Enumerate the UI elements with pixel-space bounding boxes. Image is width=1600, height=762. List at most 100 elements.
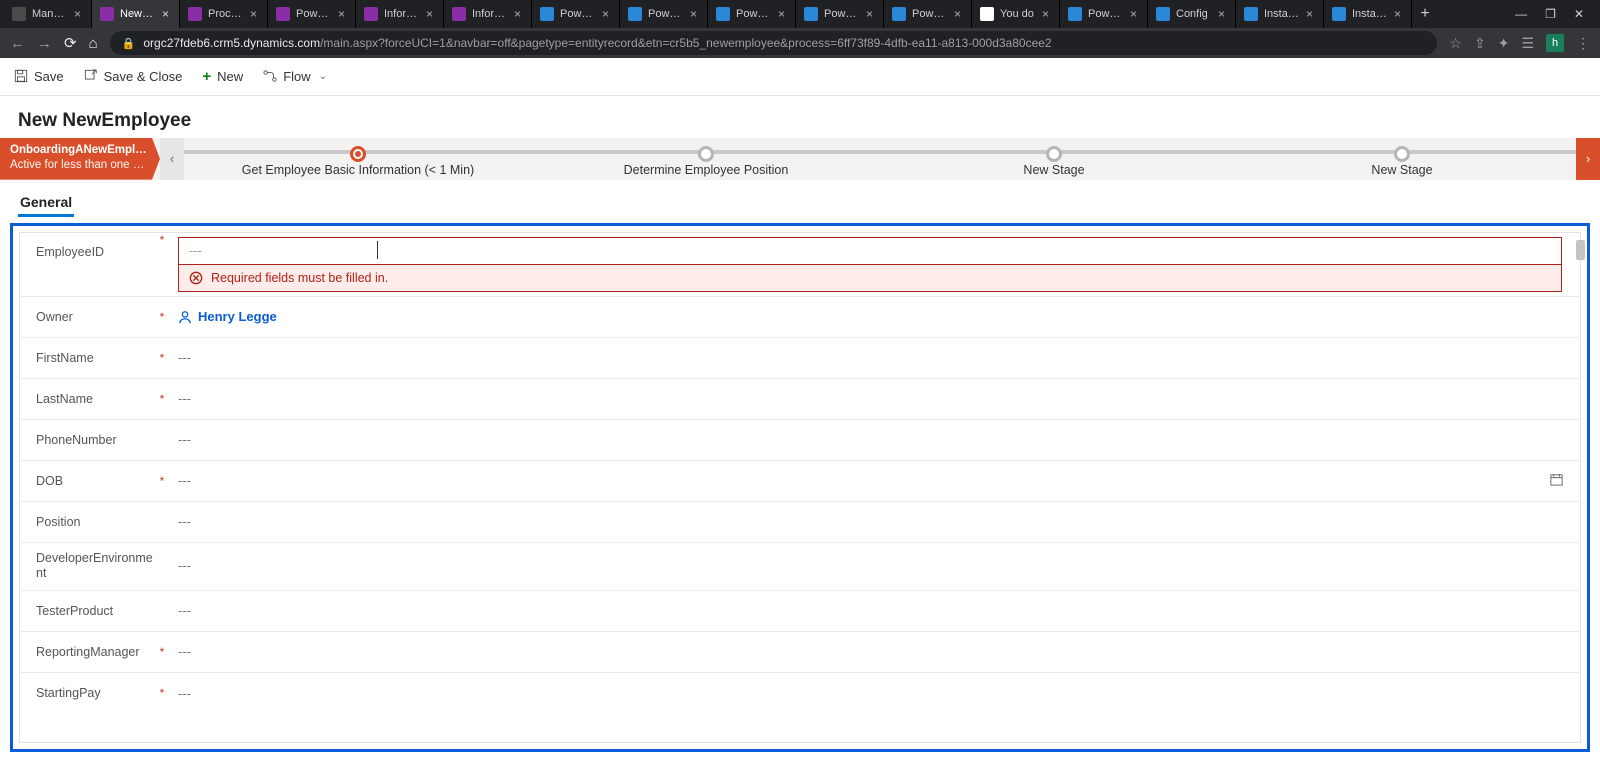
plus-icon: +: [202, 68, 211, 85]
kebab-menu-icon[interactable]: ⋮: [1576, 35, 1590, 52]
bpf-next-button[interactable]: ›: [1576, 138, 1600, 180]
home-button[interactable]: ⌂: [89, 35, 98, 52]
send-to-devices-icon[interactable]: ⇪: [1474, 35, 1486, 52]
tab-close-icon[interactable]: ×: [426, 7, 433, 21]
profile-avatar[interactable]: h: [1546, 34, 1564, 52]
field-owner: Owner * Henry Legge: [20, 297, 1580, 338]
tab-close-icon[interactable]: ×: [954, 7, 961, 21]
tester-input[interactable]: ---: [168, 603, 1564, 618]
field-starting-pay: StartingPay * ---: [20, 673, 1580, 714]
tab-close-icon[interactable]: ×: [602, 7, 609, 21]
tab-title: You do: [1000, 8, 1036, 20]
tab-title: Power A: [296, 8, 332, 20]
employee-id-input[interactable]: ---: [178, 237, 1562, 265]
tab-close-icon[interactable]: ×: [514, 7, 521, 21]
dob-input[interactable]: ---: [168, 472, 1564, 490]
bpf-stage[interactable]: Get Employee Basic Information (< 1 Min): [184, 141, 532, 177]
phone-input[interactable]: ---: [168, 432, 1564, 447]
scrollbar-thumb[interactable]: [1576, 240, 1585, 260]
bookmark-star-icon[interactable]: ☆: [1449, 35, 1462, 52]
tab-close-icon[interactable]: ×: [1130, 7, 1137, 21]
bpf-stage[interactable]: New Stage: [880, 141, 1228, 177]
tab-title: Config: [1176, 8, 1212, 20]
field-first-name: FirstName * ---: [20, 338, 1580, 379]
browser-tab[interactable]: Power A ×: [268, 0, 356, 28]
browser-tab[interactable]: Informa×: [444, 0, 532, 28]
owner-value[interactable]: Henry Legge: [168, 309, 1564, 324]
browser-tab[interactable]: Power P×: [620, 0, 708, 28]
window-close-icon[interactable]: ✕: [1574, 7, 1584, 21]
browser-tab[interactable]: Informa ×: [356, 0, 444, 28]
bpf-stage[interactable]: New Stage: [1228, 141, 1576, 177]
business-process-flow: OnboardingANewEmplo... Active for less t…: [0, 138, 1600, 180]
bpf-stage-dot: [698, 146, 714, 162]
tab-close-icon[interactable]: ×: [866, 7, 873, 21]
tab-close-icon[interactable]: ×: [1218, 7, 1225, 21]
tab-title: Informa: [384, 8, 420, 20]
window-maximize-icon[interactable]: ❐: [1545, 7, 1556, 21]
tab-general[interactable]: General: [18, 190, 74, 217]
field-tester-product: TesterProduct ---: [20, 591, 1580, 632]
extensions-icon[interactable]: ✦: [1498, 35, 1510, 52]
bpf-process-flag[interactable]: OnboardingANewEmplo... Active for less t…: [0, 138, 160, 180]
browser-tab[interactable]: Power P×: [796, 0, 884, 28]
form-tabs: General: [0, 180, 1600, 217]
new-button[interactable]: + New: [202, 68, 243, 85]
bpf-stage-dot: [1046, 146, 1062, 162]
save-and-close-button[interactable]: Save & Close: [84, 69, 183, 84]
favicon: [804, 7, 818, 21]
tab-close-icon[interactable]: ×: [74, 7, 81, 21]
tab-close-icon[interactable]: ×: [338, 7, 345, 21]
browser-tab[interactable]: Manage×: [4, 0, 92, 28]
favicon: [716, 7, 730, 21]
tab-close-icon[interactable]: ×: [778, 7, 785, 21]
reload-button[interactable]: ⟳: [64, 34, 77, 52]
reporting-manager-input[interactable]: ---: [168, 644, 1564, 659]
favicon: [892, 7, 906, 21]
form-card: EmployeeID * --- Required fields must be…: [19, 232, 1581, 743]
window-minimize-icon[interactable]: ―: [1515, 7, 1527, 21]
browser-tab[interactable]: NewEm×: [92, 0, 180, 28]
tab-close-icon[interactable]: ×: [1394, 7, 1401, 21]
tab-close-icon[interactable]: ×: [1042, 7, 1049, 21]
browser-tab[interactable]: Install a×: [1236, 0, 1324, 28]
back-button[interactable]: ←: [10, 35, 25, 52]
tab-close-icon[interactable]: ×: [690, 7, 697, 21]
starting-pay-input[interactable]: ---: [168, 686, 1564, 701]
bpf-stage-label: New Stage: [1228, 163, 1576, 177]
tab-strip: Manage×NewEm×Process×Power A×Informa×Inf…: [0, 0, 1600, 28]
dev-env-input[interactable]: ---: [168, 558, 1564, 574]
bpf-process-name: OnboardingANewEmplo...: [10, 143, 150, 159]
browser-tab[interactable]: Process×: [180, 0, 268, 28]
last-name-input[interactable]: ---: [168, 391, 1564, 406]
flow-button[interactable]: Flow ⌄: [263, 69, 327, 84]
bpf-stage[interactable]: Determine Employee Position: [532, 141, 880, 177]
bpf-prev-button[interactable]: ‹: [160, 138, 184, 180]
person-icon: [178, 310, 192, 324]
bpf-stage-label: Determine Employee Position: [532, 163, 880, 177]
reading-list-icon[interactable]: ☰: [1521, 35, 1534, 52]
text-caret: [377, 241, 378, 259]
browser-tab[interactable]: Install a×: [1324, 0, 1412, 28]
browser-tab[interactable]: You do ×: [972, 0, 1060, 28]
tab-close-icon[interactable]: ×: [1306, 7, 1313, 21]
dynamics-app: Save Save & Close + New Flow ⌄ New NewEm…: [0, 58, 1600, 762]
bpf-process-status: Active for less than one mi...: [10, 158, 150, 174]
browser-tab[interactable]: Power P×: [1060, 0, 1148, 28]
save-button[interactable]: Save: [14, 69, 64, 84]
tab-close-icon[interactable]: ×: [162, 7, 169, 21]
favicon: [276, 7, 290, 21]
browser-tab[interactable]: Power P×: [532, 0, 620, 28]
new-tab-button[interactable]: +: [1412, 5, 1438, 23]
tab-close-icon[interactable]: ×: [250, 7, 257, 21]
first-name-input[interactable]: ---: [168, 350, 1564, 365]
browser-tab[interactable]: Config ×: [1148, 0, 1236, 28]
forward-button[interactable]: →: [37, 35, 52, 52]
calendar-icon[interactable]: [1549, 472, 1564, 490]
favicon: [1332, 7, 1346, 21]
browser-tab[interactable]: Power P×: [884, 0, 972, 28]
address-bar[interactable]: 🔒 orgc27fdeb6.crm5.dynamics.com/main.asp…: [110, 31, 1438, 55]
browser-tab[interactable]: Power P×: [708, 0, 796, 28]
bpf-stage-label: Get Employee Basic Information (< 1 Min): [184, 163, 532, 177]
position-input[interactable]: ---: [168, 514, 1564, 529]
